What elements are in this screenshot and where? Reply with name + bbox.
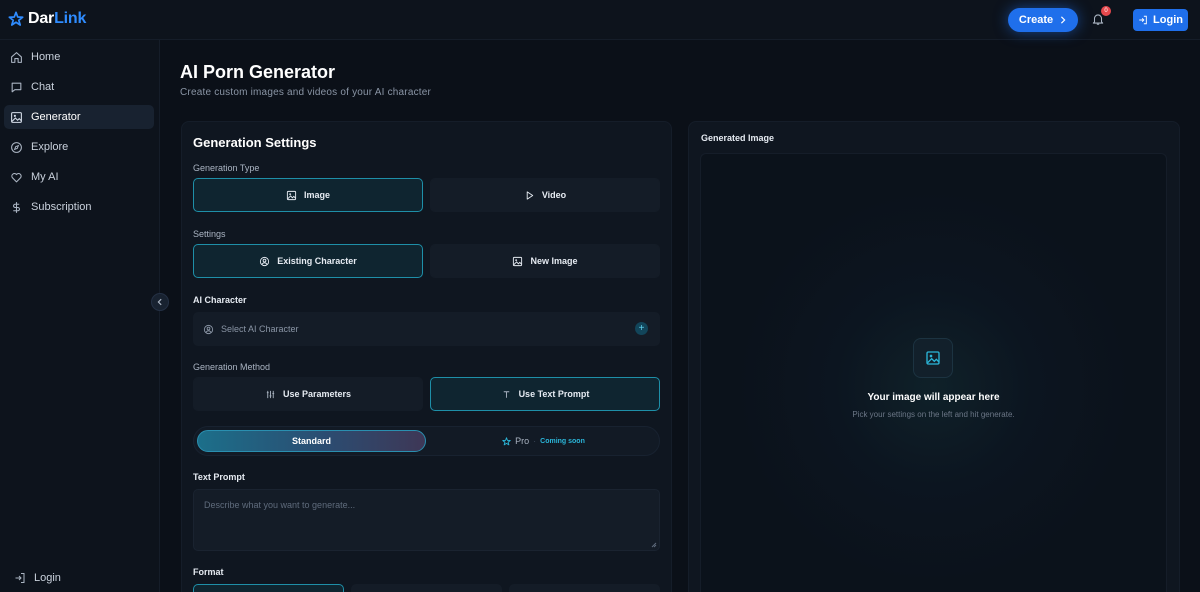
sidebar-item-explore[interactable]: Explore xyxy=(4,135,154,159)
star-icon xyxy=(502,436,511,445)
user-circle-icon xyxy=(260,256,270,266)
image-icon xyxy=(286,190,297,200)
sidebar-item-chat[interactable]: Chat xyxy=(4,75,154,99)
format-option[interactable] xyxy=(193,584,344,592)
text-icon xyxy=(503,390,509,398)
sidebar-item-label: Explore xyxy=(31,141,69,153)
sidebar-item-label: Home xyxy=(31,51,61,63)
use-parameters-label: Use Parameters xyxy=(282,389,352,399)
dollar-icon xyxy=(13,201,20,213)
text-prompt-input[interactable]: Describe what you want to generate... xyxy=(193,489,660,551)
new-image-button[interactable]: New Image xyxy=(430,244,660,278)
generation-type-label: Generation Type xyxy=(193,163,260,173)
create-button-label: Create xyxy=(1018,14,1054,26)
image-icon xyxy=(11,111,22,123)
text-prompt-label: Text Prompt xyxy=(193,472,245,482)
resize-handle-icon[interactable] xyxy=(651,542,657,548)
compass-icon xyxy=(11,141,22,153)
use-text-prompt-button[interactable]: Use Text Prompt xyxy=(430,377,660,411)
sidebar-item-generator[interactable]: Generator xyxy=(4,105,154,129)
sliders-icon xyxy=(266,390,275,398)
type-image-button[interactable]: Image xyxy=(193,178,423,212)
top-header: DarLink Create 0 Login xyxy=(0,0,1200,40)
format-label: Format xyxy=(193,567,224,577)
sidebar-login-link[interactable]: Login xyxy=(14,572,61,584)
select-character-placeholder: Select AI Character xyxy=(221,324,299,334)
add-character-icon[interactable]: + xyxy=(635,322,648,335)
use-text-prompt-label: Use Text Prompt xyxy=(518,389,590,399)
empty-state-subtitle: Pick your settings on the left and hit g… xyxy=(852,410,1015,419)
empty-state-title: Your image will appear here xyxy=(867,392,1000,403)
chat-icon xyxy=(11,82,22,92)
home-icon xyxy=(11,51,22,63)
sidebar-item-label: My AI xyxy=(31,171,59,183)
tier-standard-label: Standard xyxy=(291,436,331,446)
sidebar-login-label: Login xyxy=(34,572,61,584)
coming-soon-badge: Coming soon xyxy=(540,437,585,445)
tier-pro-label: Pro xyxy=(515,436,530,446)
logo-text: DarLink xyxy=(28,10,87,27)
chevron-right-icon xyxy=(1061,16,1066,24)
sidebar-item-label: Generator xyxy=(31,111,81,123)
logo[interactable]: DarLink xyxy=(8,10,86,28)
heart-icon xyxy=(11,172,22,182)
sidebar-item-my-ai[interactable]: My AI xyxy=(4,165,154,189)
text-prompt-placeholder: Describe what you want to generate... xyxy=(204,500,356,510)
ai-character-label: AI Character xyxy=(193,295,247,305)
logo-star-icon xyxy=(8,11,24,26)
placeholder-image-icon-box xyxy=(913,338,953,378)
sidebar-item-home[interactable]: Home xyxy=(4,45,154,69)
settings-title: Generation Settings xyxy=(193,135,317,150)
login-button[interactable]: Login xyxy=(1133,9,1188,31)
sidebar-item-label: Subscription xyxy=(31,201,92,213)
format-option[interactable] xyxy=(351,584,502,592)
settings-label: Settings xyxy=(193,229,226,239)
tier-toggle: Standard Pro · Coming soon xyxy=(193,426,660,456)
create-button[interactable]: Create xyxy=(1008,8,1078,32)
tier-standard-button[interactable]: Standard xyxy=(197,430,426,452)
format-option[interactable] xyxy=(509,584,660,592)
page-subtitle: Create custom images and videos of your … xyxy=(180,87,432,98)
generation-method-label: Generation Method xyxy=(193,362,271,372)
existing-character-label: Existing Character xyxy=(277,256,357,266)
type-video-label: Video xyxy=(541,190,567,200)
user-circle-icon xyxy=(203,324,214,334)
ai-character-select[interactable]: Select AI Character + xyxy=(193,312,660,346)
sidebar-item-subscription[interactable]: Subscription xyxy=(4,195,154,219)
tier-pro-button[interactable]: Pro · Coming soon xyxy=(429,430,658,452)
login-icon xyxy=(1139,15,1147,25)
login-button-label: Login xyxy=(1153,14,1183,26)
image-icon xyxy=(926,351,940,365)
type-video-button[interactable]: Video xyxy=(430,178,660,212)
existing-character-button[interactable]: Existing Character xyxy=(193,244,423,278)
new-image-label: New Image xyxy=(530,256,578,266)
page-title: AI Porn Generator xyxy=(180,62,336,82)
use-parameters-button[interactable]: Use Parameters xyxy=(193,377,423,411)
generated-image-title: Generated Image xyxy=(701,133,775,143)
sidebar-collapse-button[interactable] xyxy=(151,293,169,311)
image-icon xyxy=(513,256,523,266)
sidebar-item-label: Chat xyxy=(31,81,55,93)
chevron-left-icon xyxy=(157,298,162,306)
type-image-label: Image xyxy=(303,190,330,200)
login-icon xyxy=(15,573,25,583)
play-icon xyxy=(526,190,533,200)
notification-badge: 0 xyxy=(1101,6,1111,16)
